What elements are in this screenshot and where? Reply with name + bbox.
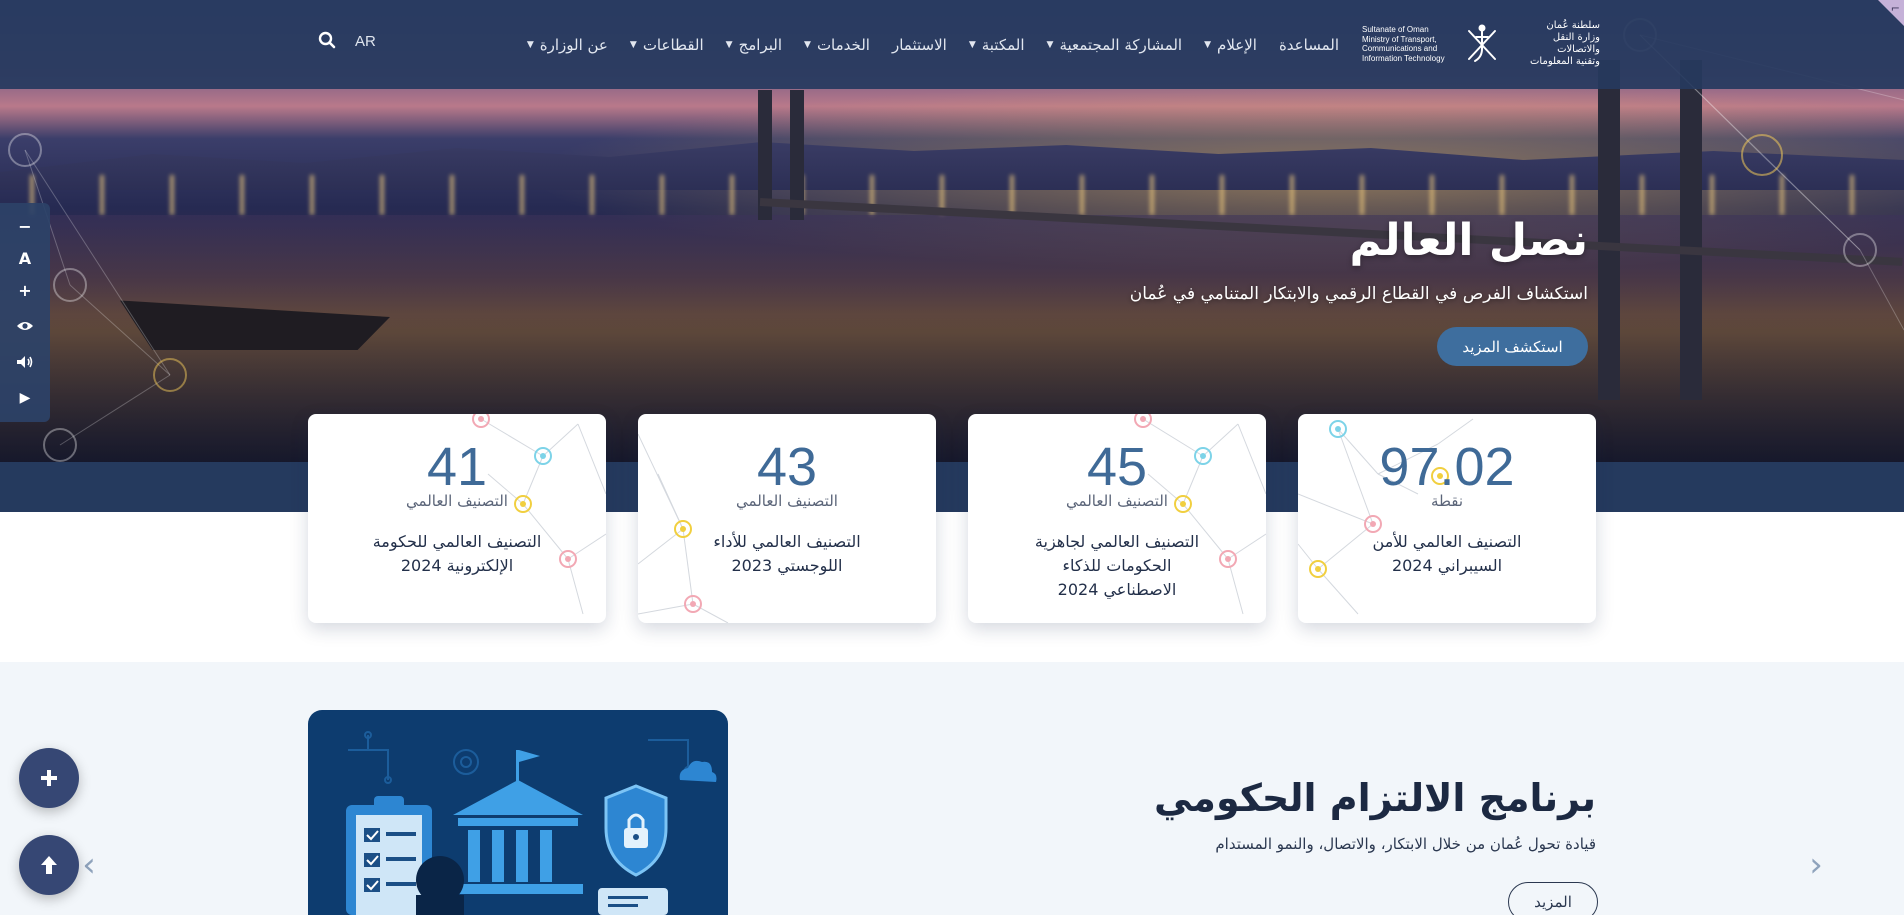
stat-unit: نقطة (1430, 492, 1464, 510)
play-icon: ▶ (19, 390, 31, 406)
stat-card-ai-readiness[interactable]: 45 التصنيف العالمي التصنيف العالمي لجاهز… (968, 414, 1266, 623)
stat-description: التصنيف العالمي للأداء اللوجستي 2023 (713, 532, 861, 575)
stat-description: التصنيف العالمي للأمن السيبراني 2024 (1372, 532, 1522, 575)
stat-unit: التصنيف العالمي (1066, 492, 1168, 510)
carousel-next-chevron-icon[interactable]: › (1801, 845, 1831, 885)
caret-down-icon: ▼ (968, 39, 976, 50)
nav-item[interactable]: القطاعات ▼ (630, 36, 704, 54)
explore-more-button[interactable]: استكشف المزيد (1437, 327, 1588, 366)
stat-value: 41 (426, 437, 488, 497)
nav-item-label: عن الوزارة (539, 35, 608, 54)
stat-card-cybersecurity[interactable]: 97.02 نقطة التصنيف العالمي للأمن السيبرا… (1298, 414, 1596, 623)
contrast-button[interactable] (0, 311, 50, 341)
caret-down-icon: ▼ (629, 39, 637, 50)
nav-item[interactable]: المساعدة (1279, 36, 1339, 54)
plus-icon: + (18, 280, 32, 300)
nav-item[interactable]: الخدمات ▼ (804, 36, 870, 54)
stat-unit: التصنيف العالمي (406, 492, 508, 510)
stat-value: 97.02 (1379, 437, 1515, 497)
stat-description: التصنيف العالمي لجاهزية الحكومات للذكاء … (1034, 532, 1200, 599)
play-button[interactable]: ▶ (0, 383, 50, 413)
nav-item[interactable]: عن الوزارة ▼ (527, 36, 608, 54)
nav-item-label: المساعدة (1278, 35, 1339, 54)
program-section (0, 662, 1904, 915)
minus-icon: − (18, 216, 32, 236)
program-subtitle: قيادة تحول عُمان من خلال الابتكار، والات… (1215, 835, 1596, 853)
caret-down-icon: ▼ (1204, 39, 1212, 50)
stat-card-egovernment[interactable]: 41 التصنيف العالمي التصنيف العالمي للحكو… (308, 414, 606, 623)
hero-subtitle: استكشاف الفرص في القطاع الرقمي والابتكار… (1129, 284, 1588, 304)
nav-item[interactable]: الاستثمار (892, 36, 947, 54)
scroll-to-top-button[interactable] (19, 835, 79, 895)
corner-toggle-icon: ⌐ (1890, 2, 1900, 15)
plus-icon (41, 770, 57, 786)
accessibility-toolbar: − A + ▶ (0, 203, 50, 422)
increase-font-button[interactable]: + (0, 275, 50, 305)
decrease-font-button[interactable]: − (0, 211, 50, 241)
speaker-icon (17, 356, 33, 368)
nav-item-label: المكتبة (981, 35, 1025, 54)
program-illustration (308, 710, 728, 915)
top-navbar: Sultanate of Oman Ministry of Transport,… (0, 0, 1904, 89)
program-title: برنامج الالتزام الحكومي (1153, 776, 1596, 820)
stat-description: التصنيف العالمي للحكومة الإلكترونية 2024 (372, 532, 542, 575)
nav-item-label: القطاعات (642, 35, 704, 54)
nav-item-label: المشاركة المجتمعية (1059, 35, 1183, 54)
stat-card-logistics[interactable]: 43 التصنيف العالمي التصنيف العالمي للأدا… (638, 414, 936, 623)
stat-value: 45 (1086, 437, 1148, 497)
main-nav: عن الوزارة ▼ القطاعات ▼ البرامج ▼ الخدمات ▼ الاس… (527, 0, 1339, 89)
font-a-icon: A (18, 248, 32, 268)
caret-down-icon: ▼ (725, 39, 733, 50)
caret-down-icon: ▼ (804, 39, 811, 50)
language-switch[interactable]: AR (355, 33, 376, 50)
expand-menu-button[interactable] (19, 748, 79, 808)
search-icon[interactable] (318, 31, 338, 51)
nav-item-label: الخدمات (816, 35, 870, 54)
nav-item-label: الإعلام (1217, 35, 1257, 54)
arrow-up-icon (41, 856, 57, 874)
hero-title: نصل العالم (1349, 215, 1588, 266)
nav-item[interactable]: المكتبة ▼ (969, 36, 1025, 54)
stat-value: 43 (756, 437, 818, 497)
logo-english-text: Sultanate of Oman Ministry of Transport,… (1362, 25, 1445, 63)
audio-button[interactable] (0, 347, 50, 377)
nav-item-label: البرامج (738, 35, 783, 54)
logo-arabic-text: سلطنة عُمان وزارة النقل والاتصالات وتقني… (1530, 20, 1600, 67)
eye-icon (17, 322, 33, 330)
caret-down-icon: ▼ (526, 39, 534, 50)
nav-item[interactable]: البرامج ▼ (726, 36, 782, 54)
stat-unit: التصنيف العالمي (736, 492, 838, 510)
hero-bottom-band (0, 462, 1904, 512)
reset-font-button[interactable]: A (0, 243, 50, 273)
compliance-illustration (346, 731, 717, 915)
caret-down-icon: ▼ (1046, 39, 1054, 50)
khanjar-emblem-icon (1462, 22, 1502, 66)
nav-item[interactable]: المشاركة المجتمعية ▼ (1047, 36, 1183, 54)
program-more-button[interactable]: المزيد (1508, 882, 1598, 915)
nav-item-label: الاستثمار (891, 35, 947, 54)
nav-item[interactable]: الإعلام ▼ (1204, 36, 1257, 54)
ministry-logo[interactable]: Sultanate of Oman Ministry of Transport,… (1362, 20, 1600, 67)
